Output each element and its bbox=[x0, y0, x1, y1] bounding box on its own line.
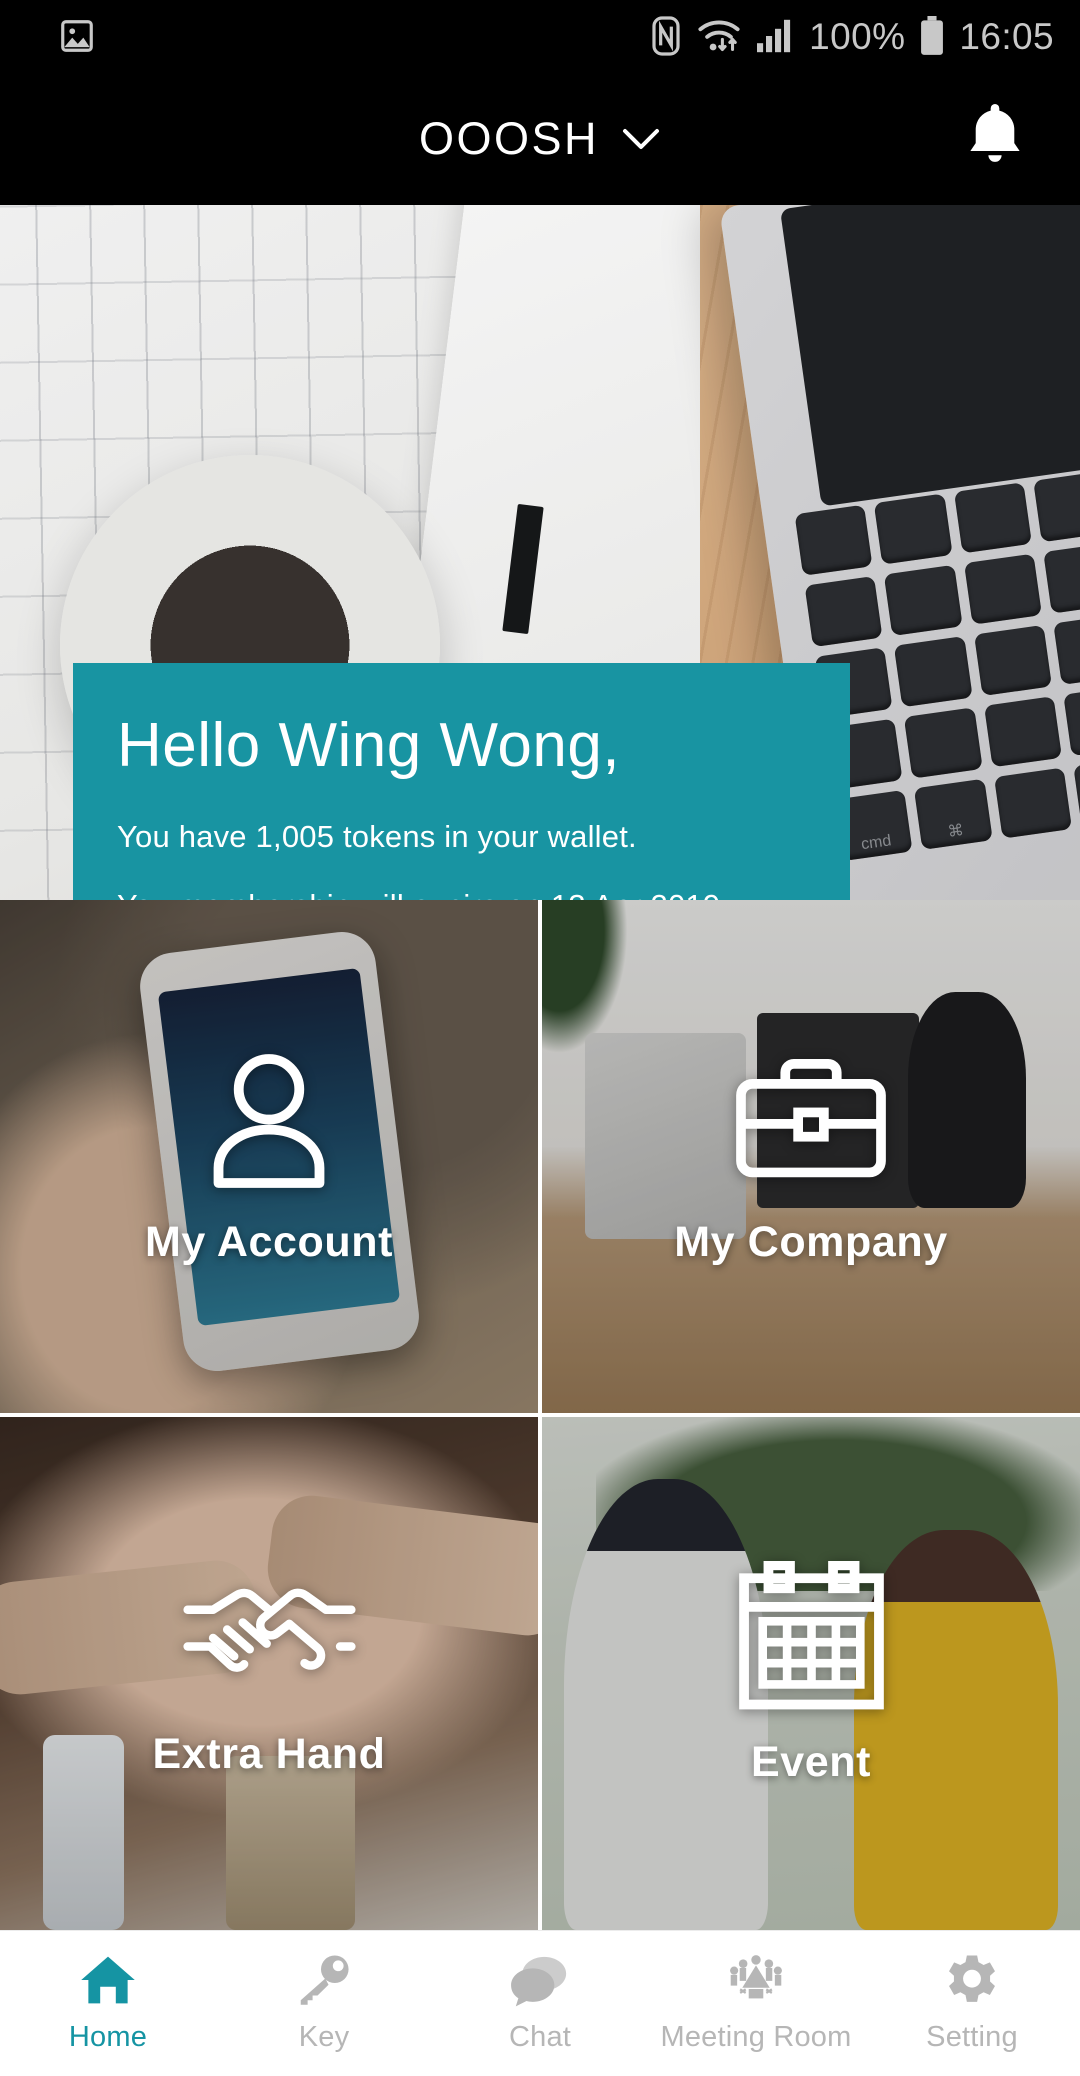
key-icon[interactable] bbox=[296, 1953, 352, 2007]
bottom-navigation: Home Key Chat Meeting Room Setting bbox=[0, 1930, 1080, 2076]
nav-item-meeting-room[interactable]: Meeting Room bbox=[648, 1953, 864, 2054]
app-screen: 100% 16:05 OOOSH cmd ⌘ Hello Wing Wong, … bbox=[0, 0, 1080, 2076]
membership-expiry-text: You membership will expire on 13 Apr 201… bbox=[117, 890, 806, 900]
tile-label: Event bbox=[750, 1737, 872, 1786]
calendar-icon bbox=[738, 1560, 884, 1709]
home-icon[interactable] bbox=[79, 1953, 137, 2007]
battery-percent: 100% bbox=[809, 15, 906, 57]
nav-label: Key bbox=[298, 2021, 350, 2053]
meeting-room-icon[interactable] bbox=[726, 1953, 786, 2007]
wifi-icon bbox=[698, 20, 740, 52]
nav-item-key[interactable]: Key bbox=[216, 1953, 432, 2054]
nav-label: Meeting Room bbox=[660, 2021, 852, 2053]
greeting-title: Hello Wing Wong, bbox=[117, 711, 621, 780]
clock: 16:05 bbox=[959, 15, 1054, 57]
briefcase-icon bbox=[736, 1059, 886, 1178]
chat-icon[interactable] bbox=[510, 1953, 570, 2007]
feature-tiles: My Account My Company Extra Hand Event bbox=[0, 900, 1080, 1930]
handshake-icon bbox=[182, 1588, 356, 1672]
signal-icon bbox=[757, 19, 791, 53]
status-bar-right: 100% 16:05 bbox=[649, 16, 1054, 56]
notification-button[interactable] bbox=[962, 100, 1028, 177]
image-icon bbox=[61, 20, 93, 52]
status-bar: 100% 16:05 bbox=[0, 0, 1080, 72]
tile-my-company[interactable]: My Company bbox=[542, 900, 1080, 1413]
nav-item-home[interactable]: Home bbox=[0, 1953, 216, 2054]
nav-label: Chat bbox=[508, 2021, 572, 2053]
user-icon bbox=[213, 1054, 325, 1188]
tile-my-account[interactable]: My Account bbox=[0, 900, 538, 1413]
chevron-down-icon[interactable] bbox=[621, 127, 661, 151]
tile-label: Extra Hand bbox=[152, 1730, 386, 1778]
status-bar-left bbox=[58, 17, 96, 55]
gear-icon[interactable] bbox=[943, 1953, 1001, 2007]
workspace-selector[interactable]: OOOSH bbox=[419, 113, 661, 165]
token-balance-text: You have 1,005 tokens in your wallet. bbox=[117, 819, 637, 854]
nav-label: Setting bbox=[926, 2021, 1018, 2053]
nfc-icon bbox=[652, 16, 680, 56]
nav-item-chat[interactable]: Chat bbox=[432, 1953, 648, 2054]
tile-label: My Company bbox=[674, 1218, 948, 1266]
tile-label: My Account bbox=[144, 1218, 394, 1266]
tile-event[interactable]: Event bbox=[542, 1417, 1080, 1930]
greeting-card: Hello Wing Wong, You have 1,005 tokens i… bbox=[73, 663, 850, 900]
nav-label: Home bbox=[68, 2021, 148, 2053]
hero-banner: cmd ⌘ Hello Wing Wong, You have 1,005 tok… bbox=[0, 205, 1080, 900]
bell-icon[interactable] bbox=[962, 100, 1028, 172]
app-bar: OOOSH bbox=[0, 72, 1080, 205]
app-title: OOOSH bbox=[418, 112, 600, 164]
tile-extra-hand[interactable]: Extra Hand bbox=[0, 1417, 538, 1930]
nav-item-setting[interactable]: Setting bbox=[864, 1953, 1080, 2054]
battery-full-icon bbox=[921, 16, 944, 55]
